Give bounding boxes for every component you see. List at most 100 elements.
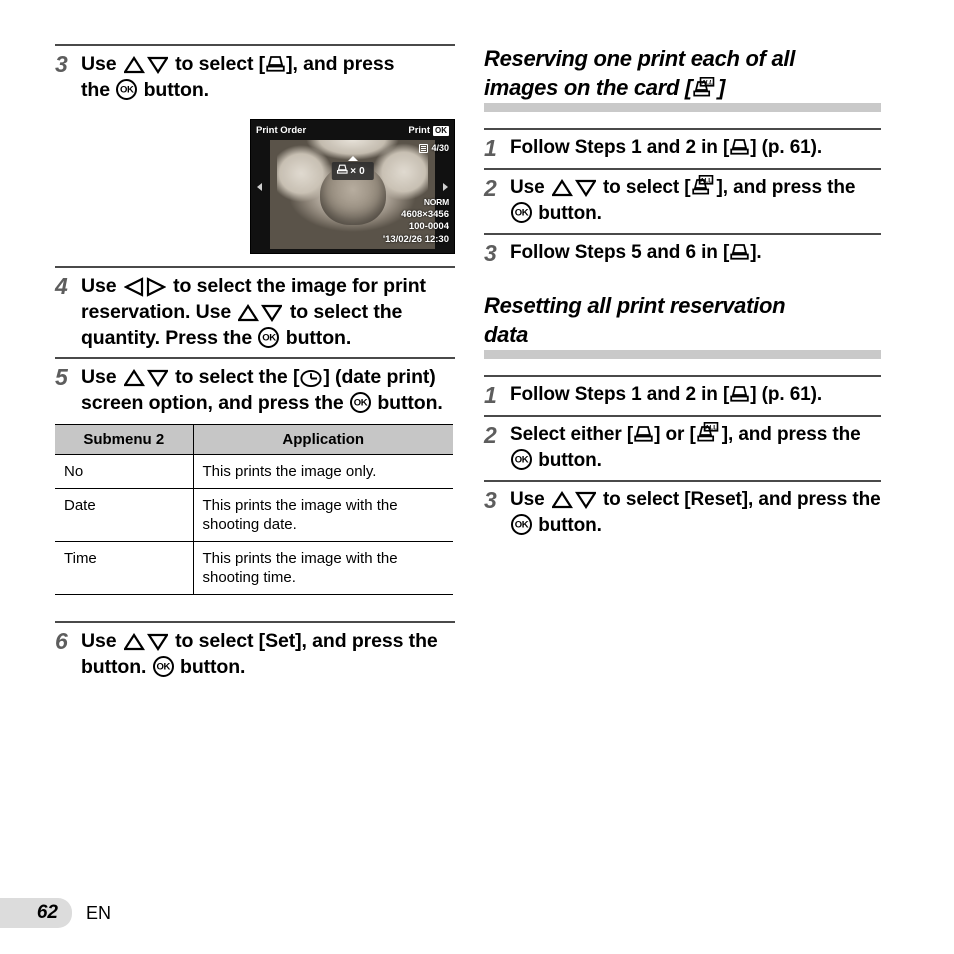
step4-word-1: Use [81, 275, 117, 297]
cell-application-value: This prints the image only. [193, 454, 453, 489]
cell-application-value: This prints the image with the shooting … [193, 488, 453, 542]
lcd-datetime: '13/02/26 12:30 [382, 233, 449, 245]
s1-step1-pre: Follow Steps 1 and 2 in [ [510, 137, 730, 158]
section2-step-1: 1 Follow Steps 1 and 2 in [] (p. 61). [484, 377, 881, 415]
step-text: Follow Steps 5 and 6 in []. [510, 240, 762, 266]
arrow-left-right-icon [123, 277, 166, 297]
lcd-top-bar: Print Order Print OK [251, 120, 454, 140]
lcd-frame-count: 4/30 [431, 143, 449, 153]
printer-icon [634, 425, 653, 444]
section-heading-reserving-one-print: Reserving one print each of all images o… [484, 44, 881, 114]
ok-button-icon [511, 202, 532, 223]
section2-step-3: 3 Use to select [Reset], and press the b… [484, 482, 881, 545]
step-text: Use to select the [] (date print) screen… [81, 364, 455, 416]
step6-word-3: button. [81, 656, 147, 678]
ok-button-icon [152, 656, 174, 677]
heading-underline-bar [484, 350, 881, 359]
lcd-copies-box: × 0 [331, 162, 374, 180]
lcd-printer-icon [336, 164, 348, 178]
s2-step2-word-3: ], and press the [721, 424, 861, 445]
step-number: 4 [55, 273, 68, 299]
step3-word-2: to select [ [175, 53, 266, 75]
cell-submenu-value: Time [55, 541, 194, 595]
step-text: Use to select the image for print reserv… [81, 273, 455, 351]
printer-all-icon: ALL [693, 77, 717, 99]
table-header-row: Submenu 2 Application [55, 424, 453, 455]
lcd-prev-arrow-icon [257, 182, 262, 191]
s1-step2-word-2: to select [ [602, 177, 691, 198]
arrow-up-down-icon [123, 369, 168, 387]
step-text: Follow Steps 1 and 2 in [] (p. 61). [510, 382, 822, 408]
s2-step3-word-2: to select [Reset], and press the [602, 489, 881, 510]
heading-line-1: Reserving one print each of all [484, 46, 796, 71]
ok-button-icon [116, 79, 138, 100]
lcd-selection-caret-icon [347, 156, 358, 161]
step-text: Select either [] or [ALL], and press the… [510, 422, 881, 474]
step-text: Use to select [Reset], and press the but… [510, 487, 881, 539]
lcd-ok-badge: OK [433, 125, 449, 136]
table-row: Time This prints the image with the shoo… [55, 541, 453, 595]
s2-step2-word-4: button. [538, 450, 602, 471]
step-number: 1 [484, 135, 497, 161]
section1-step-3: 3 Follow Steps 5 and 6 in []. [484, 235, 881, 273]
printer-all-icon: ALL [697, 422, 721, 444]
step3-word-3: ], and press [286, 53, 395, 75]
step-text: Use to select [ALL], and press the butto… [510, 175, 881, 227]
s2-step1-pre: Follow Steps 1 and 2 in [ [510, 384, 730, 405]
ok-button-icon [350, 392, 372, 413]
heading-line-1: Resetting all print reservation [484, 293, 786, 318]
heading-line-2: data [484, 322, 529, 347]
section1-step-1: 1 Follow Steps 1 and 2 in [] (p. 61). [484, 130, 881, 168]
left-column: 3 Use to select [], and press the button… [55, 44, 455, 686]
heading-line-2-text: images on the card [ [484, 75, 692, 100]
lcd-title: Print Order [256, 124, 307, 136]
lcd-file-number: 100-0004 [408, 221, 449, 232]
page-number-tab: 62 [0, 898, 72, 928]
step-number: 3 [484, 240, 497, 266]
cell-application-value: This prints the image with the shooting … [193, 541, 453, 595]
step3-word-1: Use [81, 53, 117, 75]
lcd-print-action: Print OK [408, 125, 449, 136]
step4-word-4: button. [285, 327, 352, 349]
date-clock-icon [300, 369, 322, 388]
step-text: Use to select [], and press the button. [81, 51, 394, 103]
step-5: 5 Use to select the [] (date print) scre… [55, 359, 455, 422]
lcd-next-arrow-icon [443, 182, 448, 191]
step5-word-1: Use [81, 366, 117, 388]
lcd-copies-value: 0 [359, 165, 365, 177]
step-6: 6 Use to select [Set], and press the but… [55, 623, 455, 686]
step-number: 5 [55, 364, 68, 390]
s1-step3-post: ]. [750, 242, 762, 263]
language-code: EN [86, 902, 112, 923]
step-number: 2 [484, 422, 497, 448]
step5-word-4: button. [377, 392, 443, 414]
step6-button-word: button. [180, 656, 246, 678]
printer-icon [730, 138, 749, 157]
lcd-screenshot-wrapper: Print Order Print OK 4/30 × 0 NORM 4608×… [55, 109, 455, 266]
step-text: Use to select [Set], and press the butto… [81, 628, 438, 680]
page-number: 62 [36, 902, 58, 923]
lcd-copies-label: × [350, 165, 357, 177]
step5-word-2: to select the [ [175, 366, 300, 388]
lcd-image-info: NORM 4608×3456 100-0004 '13/02/26 12:30 [383, 196, 449, 246]
card-icon [419, 143, 429, 153]
section2-step-2: 2 Select either [] or [ALL], and press t… [484, 417, 881, 480]
arrow-up-down-icon [123, 633, 168, 651]
heading-line-2-close: ] [717, 75, 725, 100]
s1-step2-word-3: ], and press the [716, 177, 856, 198]
printer-icon [730, 243, 749, 262]
lcd-resolution: 4608×3456 [401, 208, 449, 220]
step-4: 4 Use to select the image for print rese… [55, 268, 455, 357]
heading-underline-bar [484, 103, 881, 112]
print-order-lcd-screen: Print Order Print OK 4/30 × 0 NORM 4608×… [250, 119, 455, 254]
submenu-application-table: Submenu 2 Application No This prints the… [55, 424, 453, 595]
right-column: Reserving one print each of all images o… [484, 44, 881, 545]
printer-all-icon: ALL [691, 175, 716, 197]
step-number: 3 [484, 487, 497, 513]
step6-word-2: to select [Set], and press the [175, 630, 438, 652]
step3-word-4: the [81, 79, 110, 101]
s2-step3-word-3: button. [538, 515, 602, 536]
